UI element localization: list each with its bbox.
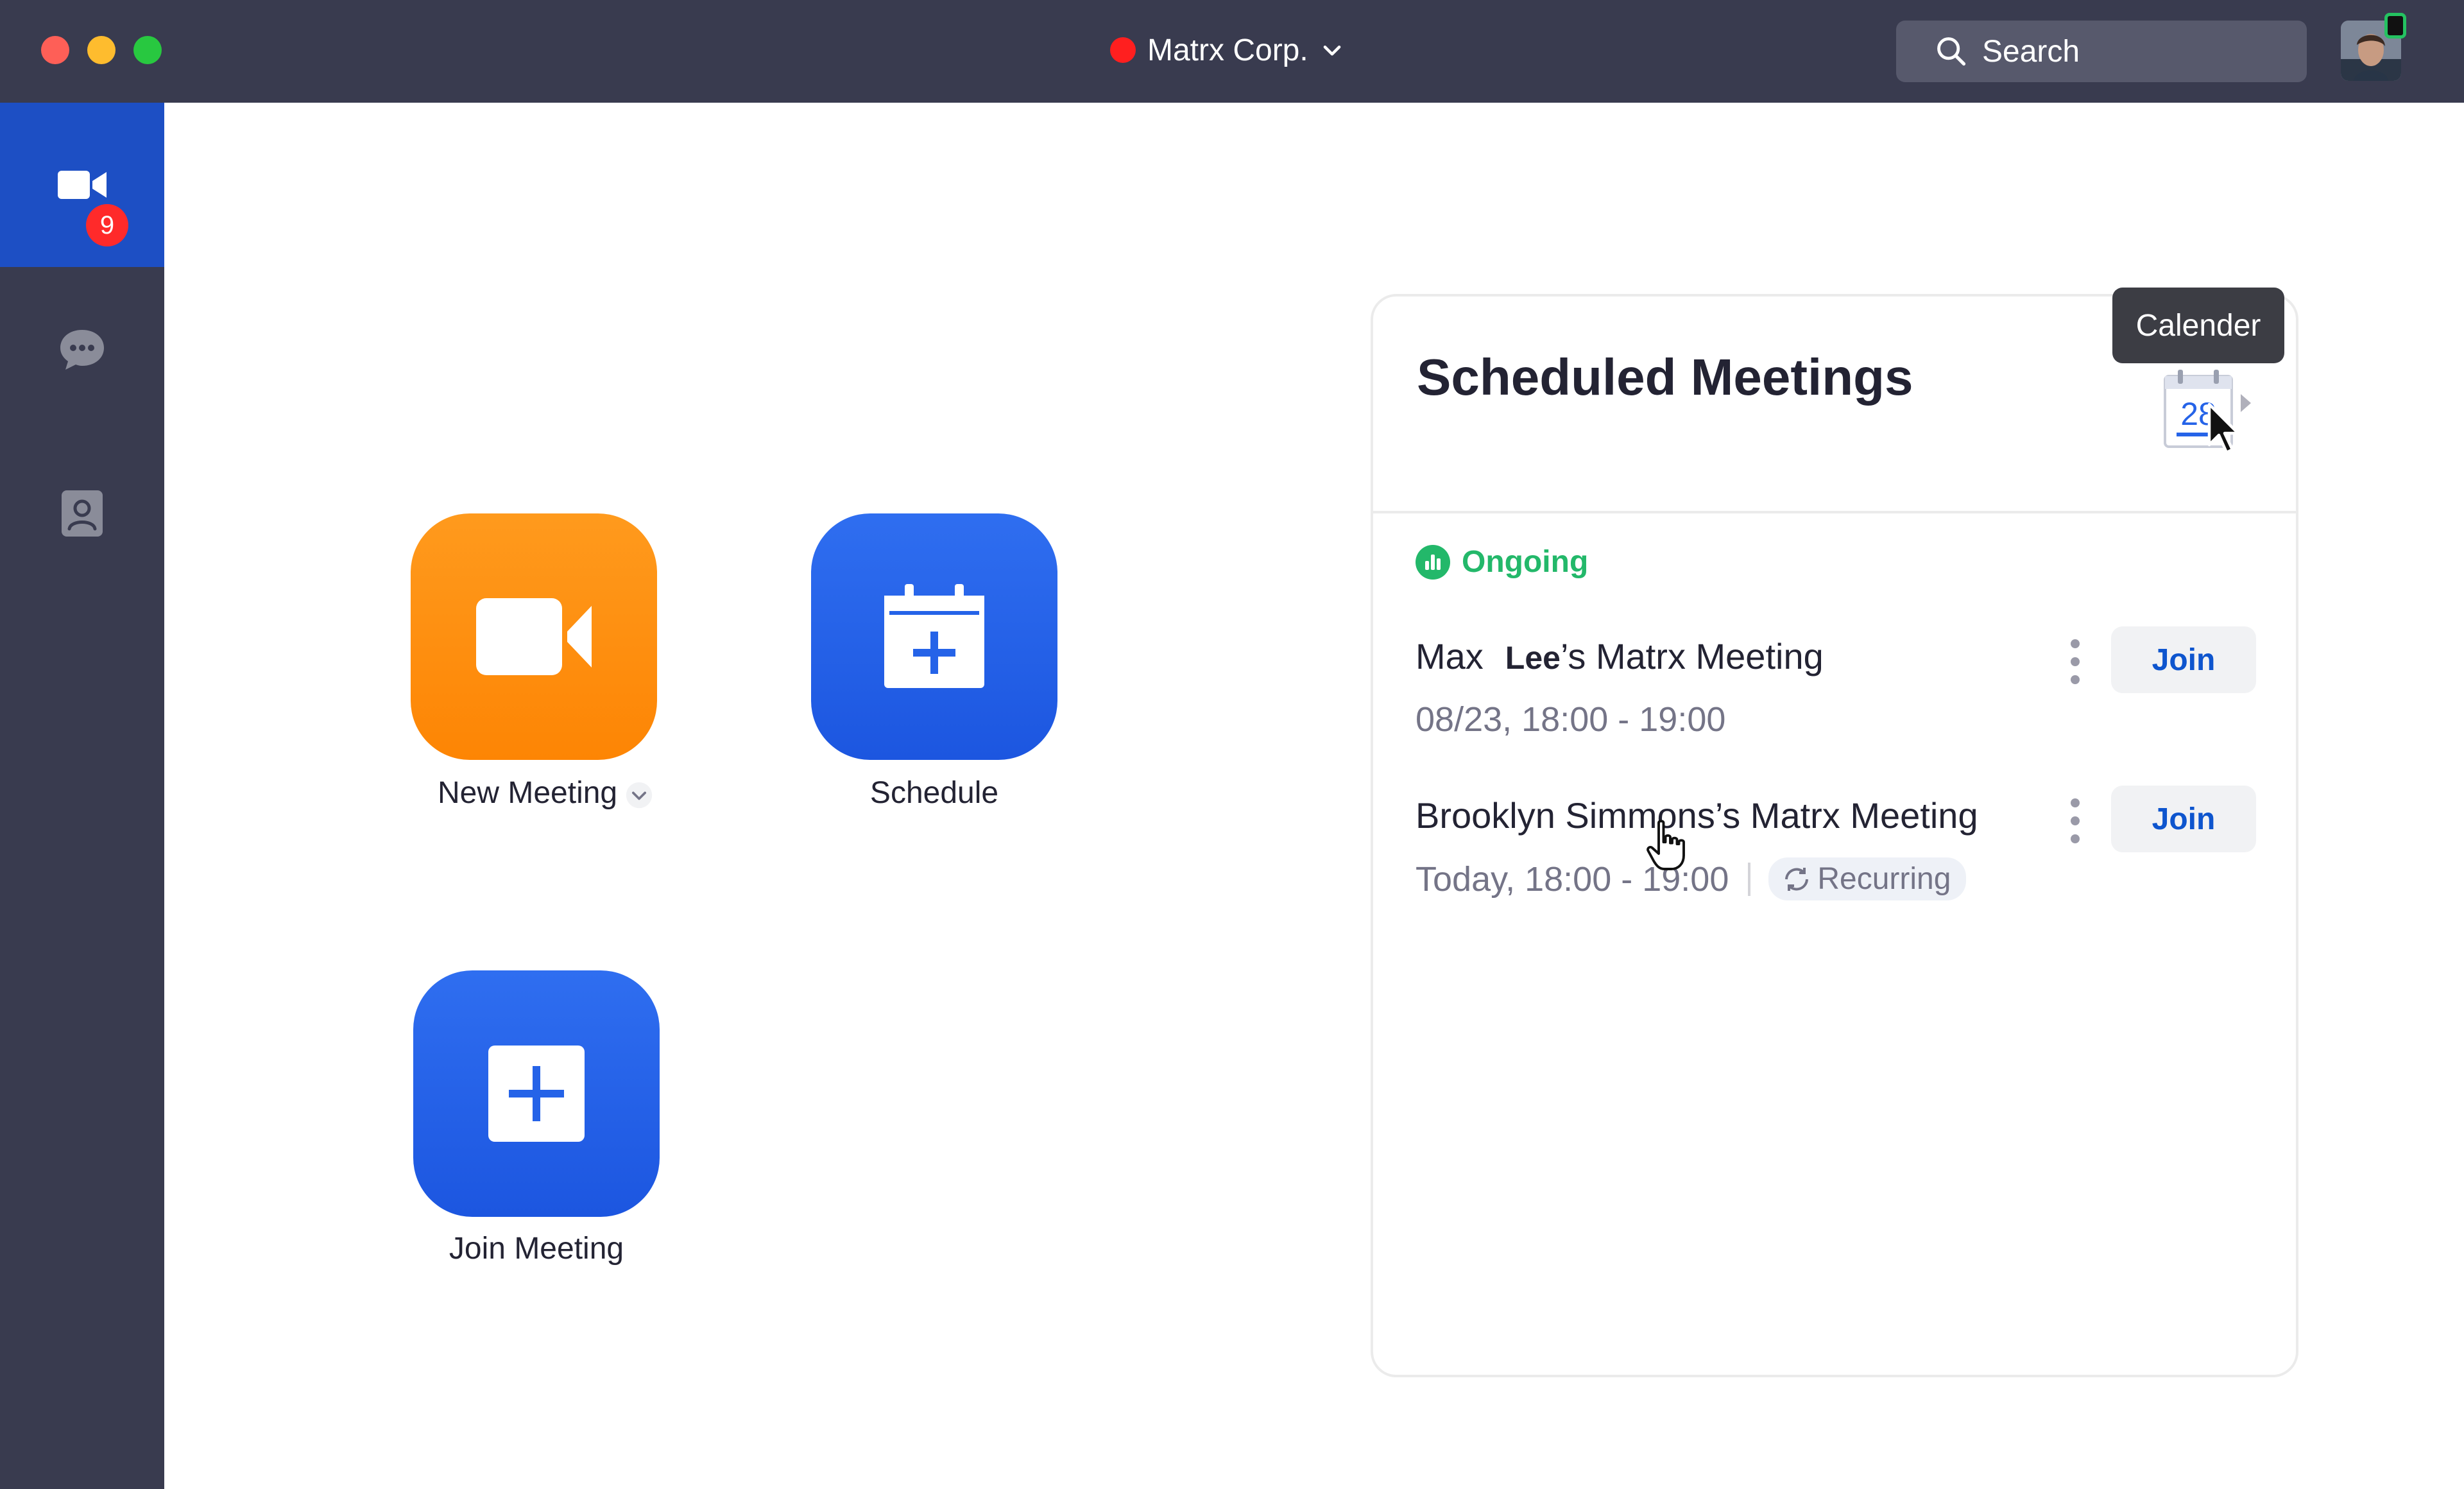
join-meeting-label: Join Meeting (449, 1232, 624, 1266)
video-camera-icon (476, 598, 592, 675)
meeting-title[interactable]: Brooklyn Simmons’s Matrx Meeting (1416, 795, 1978, 836)
more-options-icon[interactable] (2069, 798, 2082, 843)
sidebar-item-chat[interactable] (0, 267, 164, 431)
new-meeting-label: New Meeting (438, 776, 618, 810)
org-name: Matrx Corp. (1147, 33, 1308, 67)
search-label: Search (1982, 34, 2080, 69)
chevron-down-icon (1323, 46, 1341, 56)
sidebar-item-contacts[interactable] (0, 431, 164, 596)
online-status-icon (2384, 13, 2406, 39)
plus-icon (488, 1046, 585, 1142)
arrow-cursor-icon (2207, 402, 2240, 454)
close-window-button[interactable] (41, 36, 69, 64)
calendar-tooltip: Calender (2112, 288, 2284, 363)
ongoing-chart-icon (1416, 544, 1450, 580)
schedule-label: Schedule (869, 776, 999, 810)
meeting-title-rest: ’s Matrx Meeting (1560, 636, 1824, 676)
scheduled-meetings-panel: Scheduled Meetings 28 Ongoing Max Lee’s … (1371, 294, 2298, 1377)
zoom-window-button[interactable] (133, 36, 162, 64)
sidebar (0, 103, 164, 1489)
search-box[interactable]: Search (1896, 21, 2307, 82)
minimize-window-button[interactable] (87, 36, 116, 64)
separator (1748, 862, 1751, 896)
contacts-icon (62, 490, 103, 537)
join-button[interactable]: Join (2111, 786, 2256, 852)
panel-title: Scheduled Meetings (1417, 349, 1913, 406)
meeting-host-last: Lee (1505, 640, 1561, 676)
chat-bubble-icon (60, 330, 104, 370)
new-meeting-button[interactable] (411, 513, 657, 760)
schedule-button[interactable] (811, 513, 1057, 760)
search-icon (1937, 37, 1966, 66)
org-switcher[interactable]: Matrx Corp. (1110, 30, 1344, 71)
calendar-add-icon (884, 584, 984, 688)
video-camera-icon (58, 171, 107, 199)
recording-indicator-icon (1110, 37, 1136, 63)
recurring-icon (1785, 867, 1809, 891)
meeting-title[interactable]: Max Lee’s Matrx Meeting (1416, 635, 1824, 677)
sidebar-item-meetings[interactable] (0, 103, 164, 267)
more-options-icon[interactable] (2069, 639, 2082, 684)
divider (1373, 511, 2296, 513)
chevron-down-icon[interactable] (625, 781, 653, 809)
meeting-time: 08/23, 18:00 - 19:00 (1416, 700, 1726, 739)
app-window: Matrx Corp. Search 9 New Meeting Schedul… (0, 0, 2464, 1489)
join-meeting-button[interactable] (413, 970, 660, 1217)
hand-cursor-icon (1647, 820, 1685, 870)
new-meeting-label-row: New Meeting (411, 775, 680, 811)
recurring-label: Recurring (1817, 862, 1951, 896)
chat-unread-badge: 9 (86, 204, 128, 246)
ongoing-header: Ongoing (1416, 544, 1588, 580)
join-button[interactable]: Join (2111, 626, 2256, 693)
meeting-time-row: Today, 18:00 - 19:00 Recurring (1416, 857, 1967, 900)
recurring-tag: Recurring (1768, 857, 1967, 900)
ongoing-label: Ongoing (1462, 545, 1589, 579)
meeting-host-first: Max (1416, 636, 1484, 676)
title-bar: Matrx Corp. Search (0, 0, 2464, 103)
